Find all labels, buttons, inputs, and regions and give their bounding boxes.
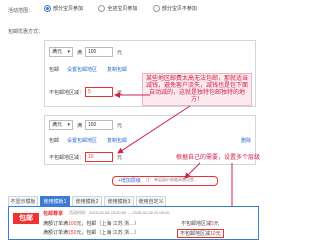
preview-date: 活动时间：2015-02-06 23:00:00 — 2015-02-28 20… [69, 210, 170, 215]
tab-no-template[interactable]: 不显示模板 [8, 196, 38, 206]
tab-template-1[interactable]: 使用模板1 [40, 196, 70, 206]
template-tabs: 不显示模板 使用模板1 使用模板2 使用模板3 使用自定义 [8, 196, 166, 206]
preview-line-2: 满额订单满150元，包邮（上海 江苏 浙…） [43, 230, 140, 236]
template-preview: 包邮 包邮尊享 活动时间：2015-02-06 23:00:00 — 2015-… [8, 206, 259, 240]
arrow-to-add-tier [184, 162, 201, 179]
preview-line-2-minus: 不包邮地区减10元 [177, 229, 224, 238]
preview-line-1: 满额订单满100元，包邮（上海 江苏 浙…） [43, 221, 140, 227]
tab-custom[interactable]: 使用自定义 [136, 196, 166, 206]
arrow-to-tier2 [117, 105, 191, 154]
tab-template-2[interactable]: 使用模板2 [72, 196, 102, 206]
preview-line-1-minus: 不包邮地区减5元 [181, 221, 219, 227]
preview-title: 包邮尊享 [43, 211, 64, 217]
tab-template-3[interactable]: 使用模板3 [104, 196, 134, 206]
free-shipping-tag: 包邮 [13, 213, 39, 224]
